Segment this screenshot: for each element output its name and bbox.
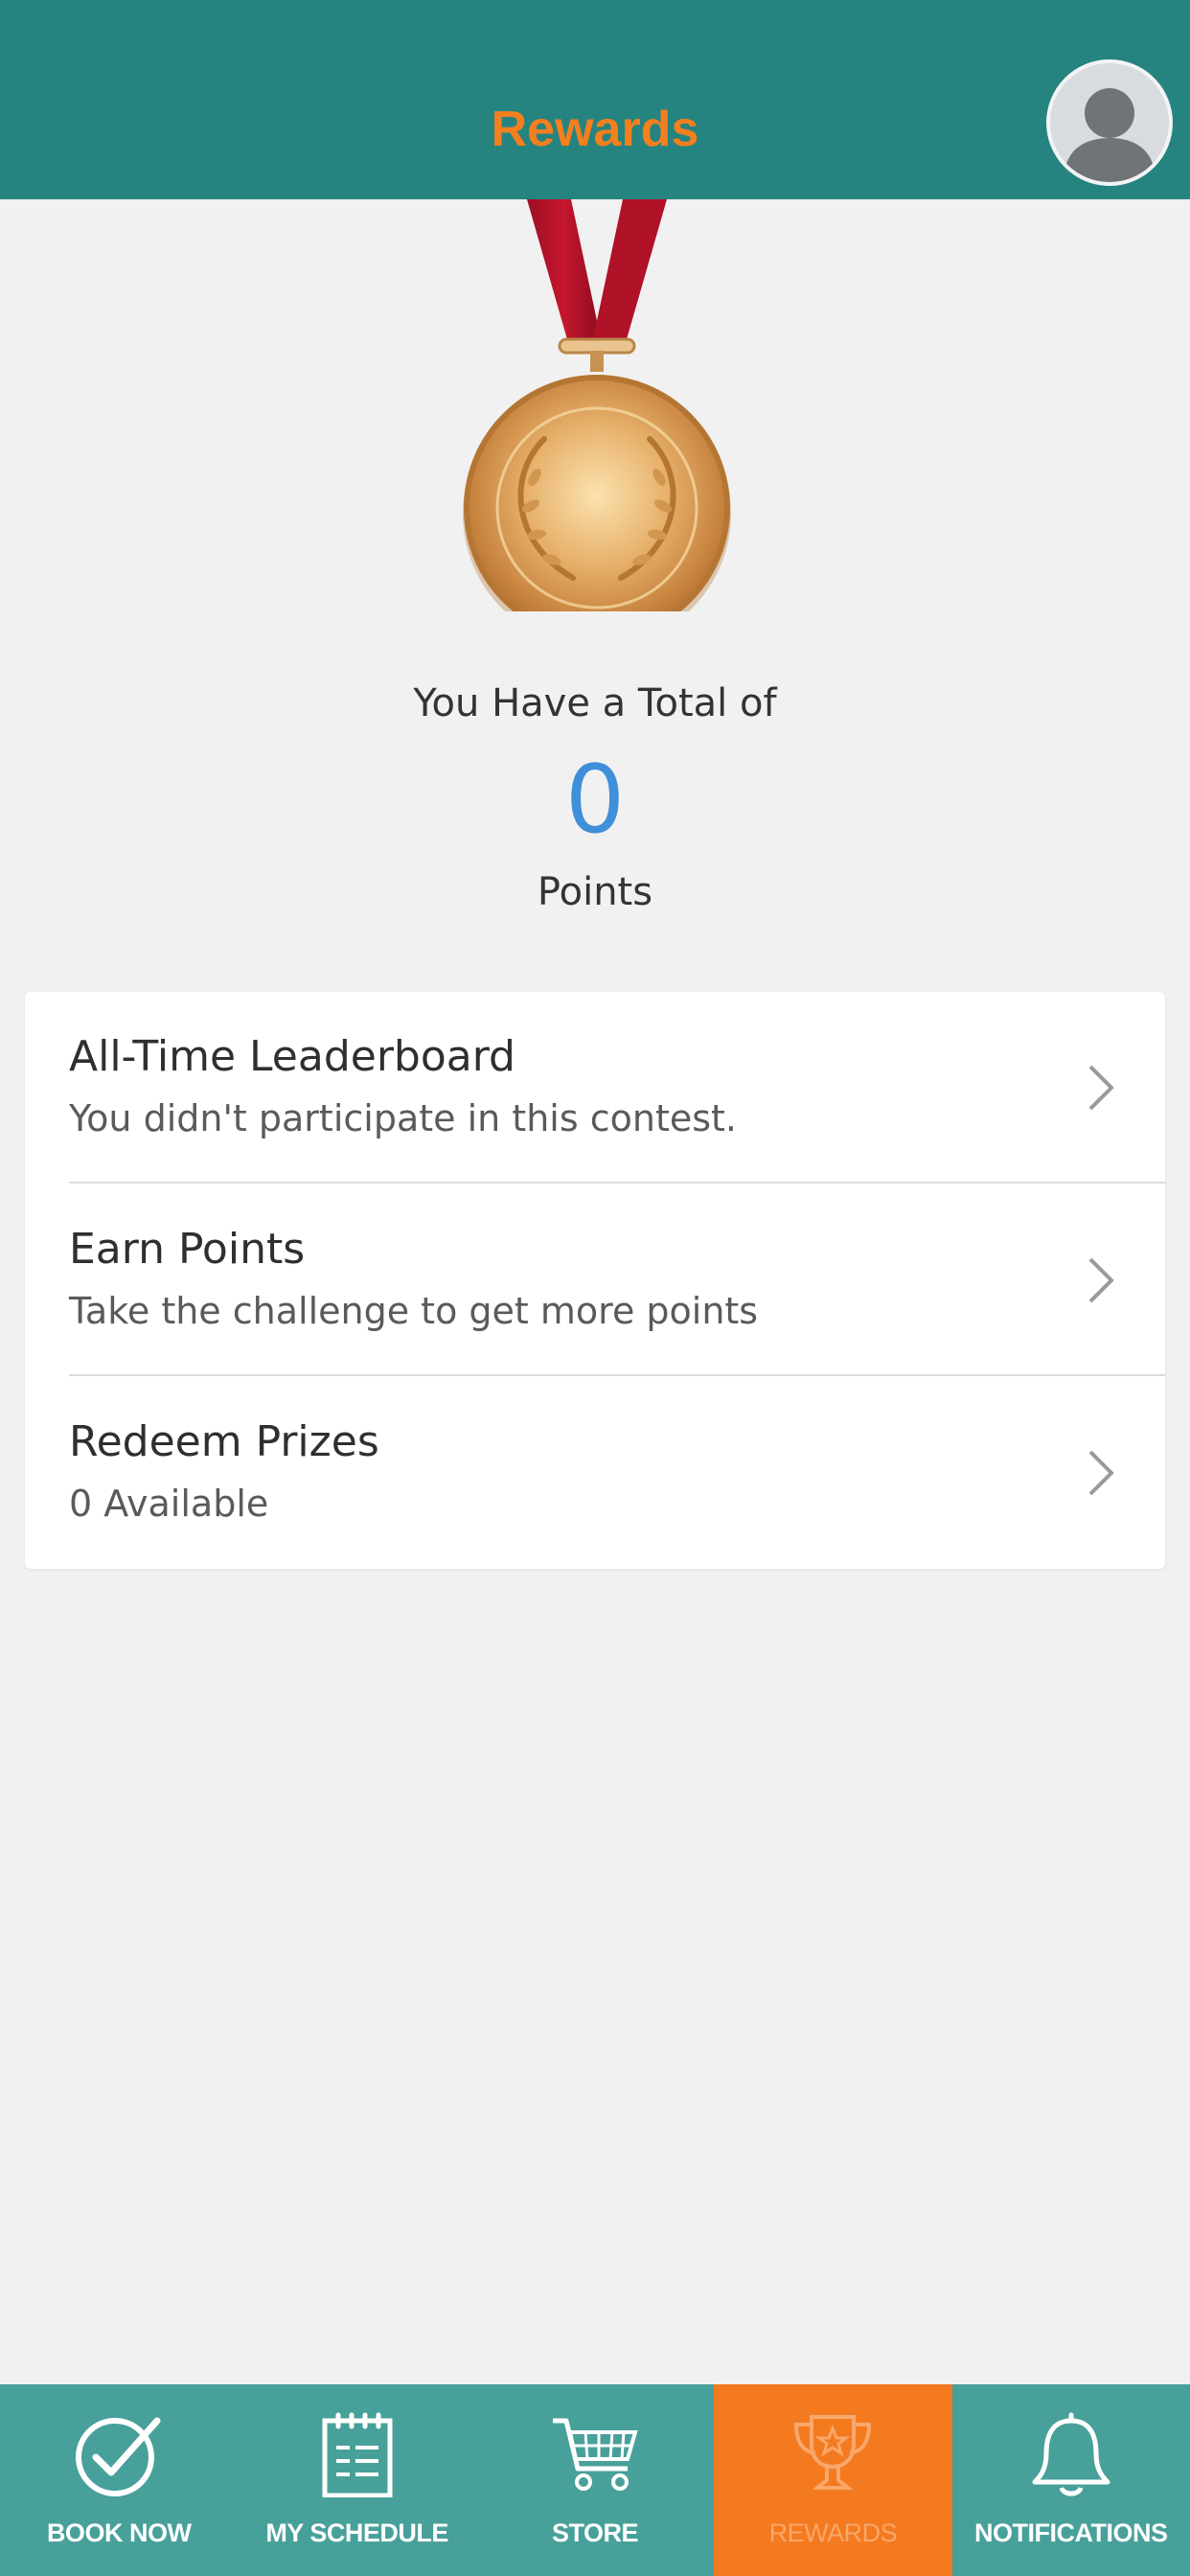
tab-book-now[interactable]: BOOK NOW — [0, 2384, 238, 2576]
tab-store[interactable]: STORE — [476, 2384, 714, 2576]
redeem-prizes-row[interactable]: Redeem Prizes 0 Available — [25, 1377, 1165, 1569]
check-circle-icon — [76, 2417, 161, 2496]
list-item-subtitle: 0 Available — [69, 1483, 269, 1525]
list-item-subtitle: Take the challenge to get more points — [69, 1290, 759, 1332]
leaderboard-row[interactable]: All-Time Leaderboard You didn't particip… — [25, 992, 1165, 1184]
tab-my-schedule[interactable]: MY SCHEDULE — [238, 2384, 475, 2576]
bell-icon — [1032, 2412, 1110, 2496]
chevron-right-icon — [1088, 1257, 1114, 1303]
tab-notifications[interactable]: NOTIFICATIONS — [952, 2384, 1190, 2576]
list-item-subtitle: You didn't participate in this contest. — [69, 1097, 738, 1139]
trophy-icon — [794, 2415, 872, 2490]
header-bar: Rewards — [0, 0, 1190, 199]
divider — [69, 1182, 1165, 1184]
tab-rewards[interactable]: REWARDS — [714, 2384, 952, 2576]
rewards-menu-card: All-Time Leaderboard You didn't particip… — [25, 992, 1165, 1569]
tab-label: STORE — [551, 2518, 639, 2547]
list-item-title: Redeem Prizes — [69, 1417, 379, 1466]
bottom-tab-bar: BOOK NOW MY SCHEDULE STORE REWARDS NOTIF… — [0, 2384, 1190, 2576]
cart-icon — [552, 2418, 638, 2491]
medal-icon — [463, 199, 731, 611]
tab-label: NOTIFICATIONS — [974, 2518, 1168, 2547]
page-title: Rewards — [491, 102, 699, 157]
tab-label: REWARDS — [768, 2518, 898, 2547]
points-value: 0 — [564, 746, 626, 855]
chevron-right-icon — [1088, 1450, 1114, 1496]
avatar[interactable] — [1046, 59, 1173, 186]
list-item-title: Earn Points — [69, 1225, 306, 1274]
divider — [69, 1374, 1165, 1376]
user-silhouette-icon — [1064, 88, 1156, 182]
tab-label: BOOK NOW — [46, 2518, 192, 2547]
earn-points-row[interactable]: Earn Points Take the challenge to get mo… — [25, 1184, 1165, 1376]
points-unit-label: Points — [537, 870, 653, 914]
chevron-right-icon — [1088, 1065, 1114, 1111]
tab-label: MY SCHEDULE — [265, 2518, 448, 2547]
list-item-title: All-Time Leaderboard — [69, 1032, 515, 1081]
calendar-icon — [322, 2412, 393, 2497]
total-points-label: You Have a Total of — [413, 681, 777, 725]
